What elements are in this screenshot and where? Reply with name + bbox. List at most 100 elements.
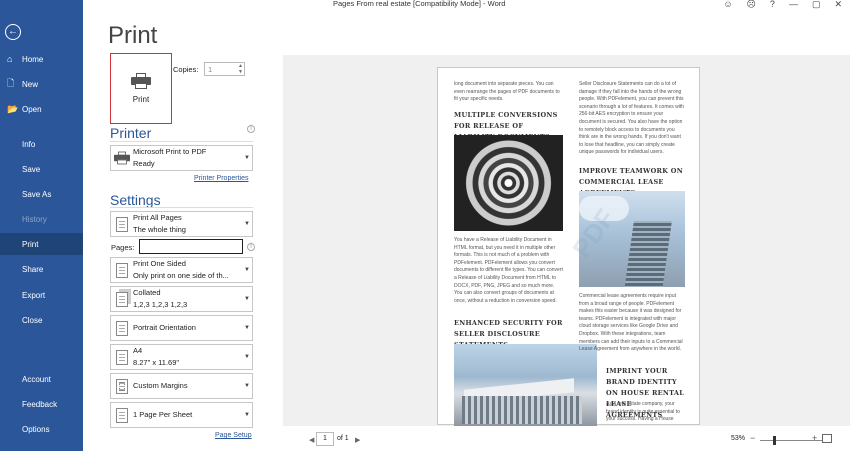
window-title: Pages From real estate [Compatibility Mo… <box>333 0 506 8</box>
back-arrow-icon[interactable]: ← <box>5 24 21 40</box>
option-title: Print One Sided <box>133 259 186 268</box>
nav-open[interactable]: 📂 Open <box>0 98 83 120</box>
pages-per-sheet-selection: 1 Page Per Sheet <box>133 409 242 421</box>
print-button[interactable]: Print <box>110 53 172 124</box>
modern-building-image <box>454 344 597 426</box>
close-icon[interactable]: ✕ <box>834 0 842 10</box>
nav-new[interactable]: 🗋 New <box>0 73 83 95</box>
one-sided-icon <box>111 262 133 278</box>
zoom-out-icon[interactable]: − <box>750 433 755 443</box>
nav-print[interactable]: Print <box>0 233 83 255</box>
chevron-down-icon: ▼ <box>244 412 250 418</box>
nav-save[interactable]: Save <box>0 158 83 180</box>
zoom-to-page-icon[interactable] <box>822 434 832 443</box>
chevron-down-icon: ▼ <box>244 155 250 161</box>
zoom-level[interactable]: 53% <box>731 435 745 442</box>
page-count: of 1 <box>337 435 349 442</box>
option-detail: Only print on one side of th... <box>133 271 229 280</box>
option-title: Print All Pages <box>133 213 182 222</box>
orientation-selection: Portrait Orientation <box>133 322 242 334</box>
divider <box>110 141 253 142</box>
nav-new-label: New <box>22 79 39 89</box>
zoom-slider-thumb[interactable] <box>773 436 776 445</box>
home-icon: ⌂ <box>7 54 13 64</box>
chevron-down-icon: ▼ <box>244 325 250 331</box>
printer-icon <box>131 73 151 89</box>
preview-text-block: long document into separate pieces. You … <box>454 81 560 103</box>
print-range-dropdown[interactable]: Print All Pages The whole thing ▼ <box>110 211 253 237</box>
option-detail: 1,2,3 1,2,3 1,2,3 <box>133 300 188 309</box>
nav-open-label: Open <box>22 104 42 114</box>
nav-history: History <box>0 208 83 230</box>
nav-save-label: Save <box>22 164 41 174</box>
printer-icon <box>111 150 133 166</box>
chevron-down-icon: ▼ <box>244 221 250 227</box>
collation-dropdown[interactable]: Collated 1,2,3 1,2,3 1,2,3 ▼ <box>110 286 253 312</box>
nav-feedback[interactable]: Feedback <box>0 393 83 415</box>
option-title: Portrait Orientation <box>133 323 196 332</box>
pages-input[interactable] <box>139 239 243 254</box>
minimize-icon[interactable]: — <box>789 0 798 10</box>
restore-icon[interactable]: ▢ <box>812 0 821 10</box>
nav-home[interactable]: ⌂ Home <box>0 48 83 70</box>
printer-status: Ready <box>133 159 155 168</box>
nav-info-label: Info <box>22 139 36 149</box>
portrait-icon <box>111 320 133 336</box>
page-number-input[interactable]: 1 <box>316 432 334 446</box>
printer-dropdown[interactable]: Microsoft Print to PDF Ready ▼ <box>110 145 253 171</box>
sides-dropdown[interactable]: Print One Sided Only print on one side of… <box>110 257 253 283</box>
window-controls: ☺ ☹ ? — ▢ ✕ <box>723 0 842 10</box>
title-bar: Pages From real estate [Compatibility Mo… <box>83 0 850 10</box>
preview-text-block: As a real estate company, your brand ide… <box>606 401 680 423</box>
info-icon[interactable]: i <box>247 243 255 251</box>
smile-feedback-icon[interactable]: ☺ <box>723 0 732 10</box>
nav-info[interactable]: Info <box>0 133 83 155</box>
nav-share-label: Share <box>22 264 44 274</box>
printer-selection: Microsoft Print to PDF Ready <box>133 146 242 170</box>
option-title: 1 Page Per Sheet <box>133 410 193 419</box>
printer-properties-link[interactable]: Printer Properties <box>194 175 248 182</box>
nav-history-label: History <box>22 214 47 224</box>
option-detail: 8.27" x 11.69" <box>133 358 180 367</box>
orientation-dropdown[interactable]: Portrait Orientation ▼ <box>110 315 253 341</box>
page-title: Print <box>108 22 158 49</box>
chevron-down-icon: ▼ <box>244 354 250 360</box>
margins-dropdown[interactable]: Custom Margins ▼ <box>110 373 253 399</box>
copies-label: Copies: <box>173 65 199 74</box>
info-icon[interactable]: i <box>247 125 255 133</box>
option-title: Collated <box>133 288 161 297</box>
pages-per-sheet-dropdown[interactable]: 1 Page Per Sheet ▼ <box>110 402 253 428</box>
nav-feedback-label: Feedback <box>22 399 58 409</box>
pages-icon <box>111 216 133 232</box>
paper-icon <box>111 349 133 365</box>
pages-label: Pages: <box>111 243 135 252</box>
spin-arrows-icon[interactable]: ▲ ▼ <box>238 63 243 75</box>
paper-size-dropdown[interactable]: A4 8.27" x 11.69" ▼ <box>110 344 253 370</box>
paper-size-selection: A4 8.27" x 11.69" <box>133 345 242 369</box>
print-button-label: Print <box>132 95 150 104</box>
margins-selection: Custom Margins <box>133 380 242 392</box>
copies-stepper[interactable]: 1 ▲ ▼ <box>204 62 245 76</box>
zoom-in-icon[interactable]: + <box>812 433 817 443</box>
page-setup-link[interactable]: Page Setup <box>215 432 252 439</box>
nav-account[interactable]: Account <box>0 368 83 390</box>
chevron-down-icon: ▼ <box>244 267 250 273</box>
preview-page: long document into separate pieces. You … <box>437 67 700 426</box>
nav-save-as[interactable]: Save As <box>0 183 83 205</box>
frown-feedback-icon[interactable]: ☹ <box>747 0 756 10</box>
next-page-icon[interactable]: ▶ <box>355 436 360 444</box>
help-icon[interactable]: ? <box>770 0 775 10</box>
previous-page-icon[interactable]: ◀ <box>309 436 314 444</box>
chevron-down-icon: ▼ <box>244 296 250 302</box>
nav-export[interactable]: Export <box>0 284 83 306</box>
preview-text-block: Commercial lease agreements require inpu… <box>579 293 683 353</box>
nav-save-as-label: Save As <box>22 189 52 199</box>
nav-share[interactable]: Share <box>0 258 83 280</box>
divider <box>110 207 253 208</box>
nav-options-label: Options <box>22 424 50 434</box>
nav-options[interactable]: Options <box>0 418 83 440</box>
collation-selection: Collated 1,2,3 1,2,3 1,2,3 <box>133 287 242 311</box>
folder-icon: 📂 <box>7 103 19 114</box>
option-detail: The whole thing <box>133 225 186 234</box>
nav-close[interactable]: Close <box>0 309 83 331</box>
